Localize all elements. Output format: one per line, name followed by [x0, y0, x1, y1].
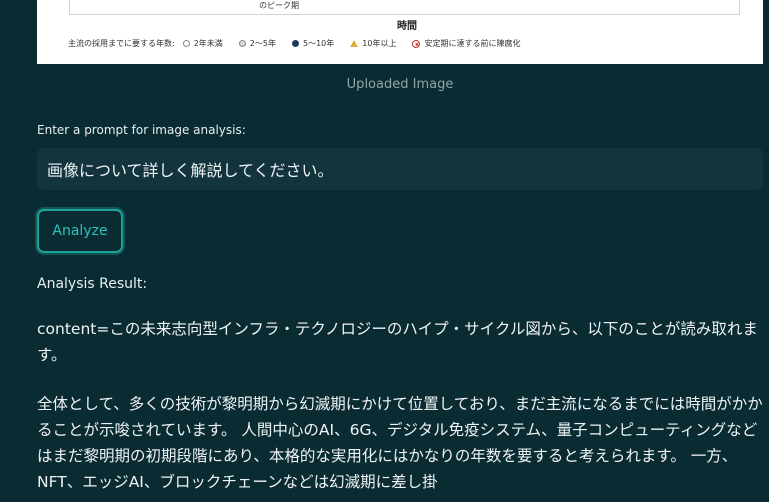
legend-title: 主流の採用までに要する年数:: [68, 39, 175, 48]
result-paragraph: 全体として、多くの技術が黎明期から幻滅期にかけて位置しており、まだ主流になるまで…: [37, 395, 763, 491]
triangle-icon: [350, 40, 359, 47]
dark-circle-icon: [291, 40, 299, 47]
chart-legend: 主流の採用までに要する年数: 2年未満 2～5年 5～10年 10年以上 安定期…: [68, 38, 536, 49]
chart-x-axis-label: 時間: [397, 21, 417, 32]
prompt-input-value: 画像について詳しく解説してください。: [47, 161, 334, 180]
legend-item-label: 安定期に達する前に陳腐化: [424, 39, 521, 48]
prompt-input[interactable]: 画像について詳しく解説してください。: [37, 148, 763, 190]
analyze-button[interactable]: Analyze: [37, 209, 123, 253]
legend-item: 安定期に達する前に陳腐化: [412, 38, 520, 49]
prompt-label: Enter a prompt for image analysis:: [37, 123, 246, 137]
legend-item: 10年以上: [350, 38, 396, 49]
legend-item: 5～10年: [291, 38, 335, 49]
legend-item-label: 2～5年: [249, 39, 276, 48]
chart-plot-area: [69, 0, 740, 15]
uploaded-image: のピーク期 時間 主流の採用までに要する年数: 2年未満 2～5年 5～10年 …: [37, 0, 763, 64]
open-circle-icon: [182, 40, 190, 47]
chart-peak-label: のピーク期: [259, 1, 299, 10]
crossed-circle-icon: [412, 39, 421, 48]
result-label: Analysis Result:: [37, 276, 148, 292]
grey-circle-icon: [238, 40, 246, 47]
legend-item-label: 10年以上: [362, 39, 397, 48]
legend-item: 2～5年: [238, 38, 276, 49]
legend-item: 2年未満: [182, 38, 223, 49]
legend-item-label: 5～10年: [302, 39, 335, 48]
result-paragraph: content=この未来志向型インフラ・テクノロジーのハイプ・サイクル図から、以…: [37, 320, 758, 364]
legend-item-label: 2年未満: [193, 39, 223, 48]
image-caption: Uploaded Image: [346, 77, 454, 92]
